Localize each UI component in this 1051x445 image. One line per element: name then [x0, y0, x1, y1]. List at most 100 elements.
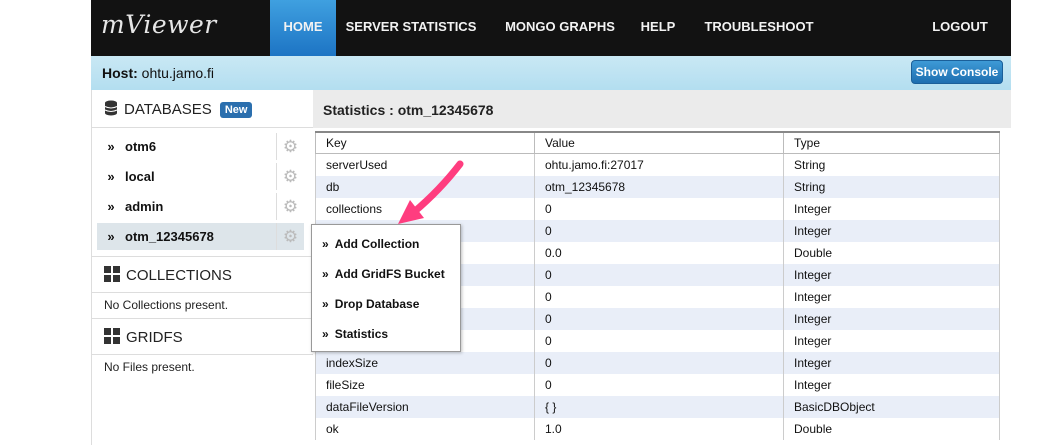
column-header-type[interactable]: Type	[783, 131, 1000, 154]
divider	[92, 318, 313, 319]
menu-item-add-gridfs-bucket[interactable]: » Add GridFS Bucket	[322, 267, 445, 281]
grid-icon	[104, 328, 120, 348]
chevron-right-icon: »	[322, 327, 329, 341]
collections-title: COLLECTIONS	[126, 266, 232, 284]
cell-type: Integer	[783, 264, 1000, 286]
cell-type: Integer	[783, 330, 1000, 352]
cell-value: 0	[534, 330, 784, 352]
host-bar: Host: ohtu.jamo.fi Show Console	[91, 56, 1011, 90]
cell-value: 0	[534, 352, 784, 374]
table-row: fileSize 0 Integer	[315, 374, 1000, 396]
cell-type: Integer	[783, 198, 1000, 220]
cell-value: 0	[534, 264, 784, 286]
nav-troubleshoot[interactable]: TROUBLESHOOT	[703, 0, 815, 56]
database-item-local[interactable]: » local ⚙	[97, 163, 304, 190]
database-name: otm_12345678	[125, 229, 214, 244]
cell-key: dataFileVersion	[315, 396, 535, 418]
host-info: Host: ohtu.jamo.fi	[102, 65, 214, 81]
cell-value: { }	[534, 396, 784, 418]
chevron-right-icon: »	[107, 139, 115, 154]
cell-value: 0	[534, 308, 784, 330]
nav-home[interactable]: HOME	[270, 0, 336, 56]
database-name: otm6	[125, 139, 157, 154]
app-logo: mViewer	[101, 10, 217, 39]
cell-value: 0	[534, 374, 784, 396]
chevron-right-icon: »	[107, 199, 115, 214]
menu-item-label: Statistics	[334, 327, 389, 341]
cell-type: Integer	[783, 374, 1000, 396]
chevron-right-icon: »	[322, 297, 329, 311]
nav-logout[interactable]: LOGOUT	[927, 0, 993, 56]
cell-value: ohtu.jamo.fi:27017	[534, 153, 784, 176]
table-row: dataFileVersion{ } BasicDBObject	[315, 396, 1000, 418]
nav-help[interactable]: HELP	[633, 0, 683, 56]
cell-type: Double	[783, 418, 1000, 440]
menu-item-label: Drop Database	[334, 297, 420, 311]
grid-icon	[104, 266, 120, 286]
cell-value: 0	[534, 220, 784, 242]
database-name: local	[125, 169, 155, 184]
top-navbar: mViewer HOME SERVER STATISTICS MONGO GRA…	[91, 0, 1011, 56]
gear-icon[interactable]: ⚙	[276, 163, 304, 190]
cell-type: String	[783, 153, 1000, 176]
cell-key: fileSize	[315, 374, 535, 396]
gridfs-empty-message: No Files present.	[104, 360, 195, 374]
annotation-arrow-icon	[398, 160, 464, 224]
cell-type: BasicDBObject	[783, 396, 1000, 418]
database-item-otm-12345678[interactable]: » otm_12345678 ⚙	[97, 223, 304, 250]
cell-type: String	[783, 176, 1000, 198]
cell-type: Integer	[783, 352, 1000, 374]
host-value: ohtu.jamo.fi	[141, 65, 215, 81]
databases-title: DATABASES	[124, 100, 212, 118]
chevron-right-icon: »	[107, 229, 115, 244]
right-gutter	[1011, 56, 1051, 445]
gridfs-title: GRIDFS	[126, 328, 183, 346]
databases-header: DATABASES New	[104, 100, 253, 120]
database-context-menu: » Add Collection » Add GridFS Bucket » Drop…	[311, 224, 461, 352]
cell-value: 0.0	[534, 242, 784, 264]
cell-key: ok	[315, 418, 535, 440]
gear-icon[interactable]: ⚙	[276, 223, 304, 250]
menu-item-drop-database[interactable]: » Drop Database	[322, 297, 419, 311]
cell-value: 0	[534, 198, 784, 220]
collections-header: COLLECTIONS	[104, 266, 232, 286]
show-console-button[interactable]: Show Console	[911, 60, 1003, 84]
nav-mongo-graphs[interactable]: MONGO GRAPHS	[500, 0, 620, 56]
column-header-key[interactable]: Key	[315, 131, 535, 154]
gridfs-header: GRIDFS	[104, 328, 183, 348]
gear-icon[interactable]: ⚙	[276, 193, 304, 220]
database-icon	[104, 100, 118, 120]
chevron-right-icon: »	[322, 237, 329, 251]
cell-type: Double	[783, 242, 1000, 264]
host-label: Host:	[102, 65, 138, 81]
chevron-right-icon: »	[107, 169, 115, 184]
cell-type: Integer	[783, 308, 1000, 330]
cell-value: otm_12345678	[534, 176, 784, 198]
column-header-value[interactable]: Value	[534, 131, 784, 154]
cell-key: indexSize	[315, 352, 535, 374]
statistics-header: Statistics : otm_12345678	[313, 90, 1011, 128]
cell-value: 0	[534, 286, 784, 308]
database-item-otm6[interactable]: » otm6 ⚙	[97, 133, 304, 160]
page-title: Statistics : otm_12345678	[323, 102, 494, 118]
new-database-badge[interactable]: New	[219, 102, 253, 118]
divider	[92, 127, 313, 128]
divider	[92, 354, 313, 355]
cell-value: 1.0	[534, 418, 784, 440]
menu-item-statistics[interactable]: » Statistics	[322, 327, 388, 341]
gear-icon[interactable]: ⚙	[276, 133, 304, 160]
sidebar: DATABASES New » otm6 ⚙ » local ⚙ » admin ⚙ »…	[91, 90, 314, 445]
divider	[92, 292, 313, 293]
nav-server-statistics[interactable]: SERVER STATISTICS	[344, 0, 478, 56]
database-name: admin	[125, 199, 164, 214]
divider	[92, 256, 313, 257]
database-item-admin[interactable]: » admin ⚙	[97, 193, 304, 220]
table-header-row: Key Value Type	[315, 131, 1000, 154]
cell-type: Integer	[783, 220, 1000, 242]
table-row: indexSize 0 Integer	[315, 352, 1000, 374]
menu-item-label: Add GridFS Bucket	[334, 267, 445, 281]
collections-empty-message: No Collections present.	[104, 298, 229, 312]
table-row: ok 1.0 Double	[315, 418, 1000, 440]
cell-type: Integer	[783, 286, 1000, 308]
chevron-right-icon: »	[322, 267, 329, 281]
